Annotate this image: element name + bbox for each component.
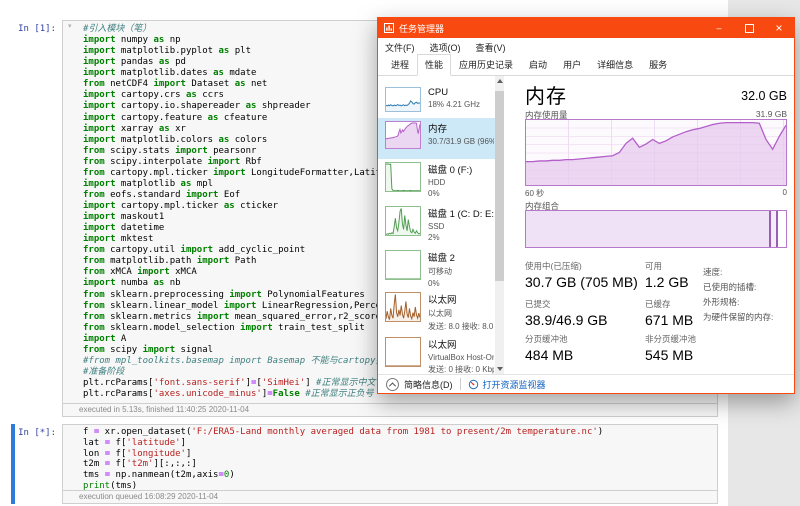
- scrollbar-thumb[interactable]: [495, 91, 504, 281]
- graph-axis-left: 60 秒: [525, 188, 544, 199]
- sidebar-scrollbar[interactable]: [495, 76, 504, 374]
- memory-composition-bar: [525, 210, 787, 248]
- close-button[interactable]: ×: [764, 18, 794, 38]
- composition-in-use: [526, 211, 769, 247]
- tab-strip: 进程 性能 应用历史记录 启动 用户 详细信息 服务: [378, 56, 794, 76]
- resource-monitor-icon: [468, 379, 479, 390]
- app-icon: [384, 23, 394, 33]
- tab-app-history[interactable]: 应用历史记录: [451, 54, 521, 75]
- code-line: f = xr.open_dataset('F:/ERA5-Land monthl…: [63, 427, 717, 438]
- minimize-button[interactable]: –: [704, 18, 734, 38]
- cell2-prompt: In [*]:: [0, 428, 56, 438]
- maximize-button[interactable]: [734, 18, 764, 38]
- screen: In [1]: ▾ #引入模块（笔）import numpy as npimpo…: [0, 0, 800, 506]
- memory-panel: 内存 32.0 GB 内存使用量 31.9 GB 60 秒 0 内存组合 使用中…: [525, 76, 791, 374]
- titlebar[interactable]: 任务管理器 – ×: [378, 18, 794, 38]
- collapse-details-icon: [386, 378, 399, 391]
- sidebar-item-disk2[interactable]: 磁盘 2 可移动 0%: [378, 247, 495, 289]
- graph-axis-right: 0: [783, 188, 787, 197]
- code-cell-2[interactable]: f = xr.open_dataset('F:/ERA5-Land monthl…: [62, 424, 718, 504]
- menu-view[interactable]: 查看(V): [476, 41, 506, 54]
- tab-startup[interactable]: 启动: [521, 54, 555, 75]
- stat-non-paged-pool: 非分页缓冲池 545 MB: [645, 333, 696, 363]
- memory-title: 内存: [525, 80, 567, 109]
- stat-available: 可用 1.2 GB: [645, 260, 689, 290]
- cell1-prompt: In [1]:: [0, 24, 56, 34]
- label-hardware-reserved: 为硬件保留的内存:: [703, 310, 773, 325]
- code-line: lat = f['latitude']: [63, 438, 717, 449]
- details-toggle[interactable]: 简略信息(D): [404, 378, 453, 391]
- memory-mini-graph: [386, 122, 420, 148]
- scrollbar-down-arrow[interactable]: [495, 364, 504, 374]
- label-form-factor: 外形规格:: [703, 295, 773, 310]
- tab-details[interactable]: 详细信息: [589, 54, 641, 75]
- code-line: tms = np.nanmean(t2m,axis=0): [63, 470, 717, 481]
- label-speed: 速度:: [703, 265, 773, 280]
- stat-paged-pool: 分页缓冲池 484 MB: [525, 333, 573, 363]
- sidebar-item-ethernet1[interactable]: 以太网 以太网 发送: 8.0 接收: 8.0 Kbps: [378, 289, 495, 334]
- cell2-code-editor[interactable]: f = xr.open_dataset('F:/ERA5-Land monthl…: [63, 425, 717, 490]
- hardware-info-labels: 速度: 已使用的插槽: 外形规格: 为硬件保留的内存:: [703, 265, 773, 325]
- menu-options[interactable]: 选项(O): [430, 41, 461, 54]
- stat-committed: 已提交 38.9/46.9 GB: [525, 298, 608, 328]
- cell2-exec-status: execution queued 16:08:29 2020-11-04: [63, 490, 717, 503]
- memory-usage-graph: [525, 119, 787, 186]
- tab-performance[interactable]: 性能: [417, 54, 451, 76]
- stat-in-use: 使用中(已压缩) 30.7 GB (705 MB): [525, 260, 638, 290]
- performance-sidebar: CPU 18% 4.21 GHz 内存 30.7/31.9 GB (96%) 磁…: [378, 76, 495, 374]
- label-slots-used: 已使用的插槽:: [703, 280, 773, 295]
- sidebar-item-cpu[interactable]: CPU 18% 4.21 GHz: [378, 84, 495, 118]
- cpu-mini-graph: [386, 88, 420, 111]
- resource-monitor-link[interactable]: 打开资源监视器: [483, 378, 546, 391]
- disk0-mini-graph: [386, 163, 420, 191]
- memory-total: 32.0 GB: [741, 89, 787, 103]
- window-title: 任务管理器: [399, 22, 444, 35]
- code-line: t2m = f['t2m'][:,:,:]: [63, 459, 717, 470]
- menu-file[interactable]: 文件(F): [385, 41, 415, 54]
- scrollbar-up-arrow[interactable]: [495, 76, 504, 86]
- stat-cached: 已缓存 671 MB: [645, 298, 693, 328]
- divider: [460, 378, 461, 390]
- tab-services[interactable]: 服务: [641, 54, 675, 75]
- memory-usage-max: 31.9 GB: [756, 109, 787, 119]
- tab-users[interactable]: 用户: [555, 54, 589, 75]
- ethernet1-mini-graph: [386, 293, 420, 321]
- sidebar-item-disk0[interactable]: 磁盘 0 (F:) HDD 0%: [378, 159, 495, 203]
- task-manager-window: 任务管理器 – × 文件(F) 选项(O) 查看(V) 进程 性能 应用历史记录…: [377, 17, 795, 394]
- statusbar: 简略信息(D) 打开资源监视器: [378, 374, 794, 393]
- disk1-mini-graph: [386, 207, 420, 235]
- cell1-exec-status: executed in 5.13s, finished 11:40:25 202…: [63, 403, 717, 416]
- ethernet2-mini-graph: [386, 338, 420, 366]
- composition-divider: [776, 211, 778, 247]
- maximize-icon: [745, 24, 754, 33]
- code-line: lon = f['longitude']: [63, 449, 717, 460]
- disk2-mini-graph: [386, 251, 420, 279]
- sidebar-item-disk1[interactable]: 磁盘 1 (C: D: E:) SSD 2%: [378, 203, 495, 247]
- sidebar-item-memory[interactable]: 内存 30.7/31.9 GB (96%): [378, 118, 495, 159]
- sidebar-item-ethernet2[interactable]: 以太网 VirtualBox Host-On... 发送: 0 接收: 0 Kb…: [378, 334, 495, 374]
- tab-processes[interactable]: 进程: [383, 54, 417, 75]
- code-line: print(tms): [63, 481, 717, 490]
